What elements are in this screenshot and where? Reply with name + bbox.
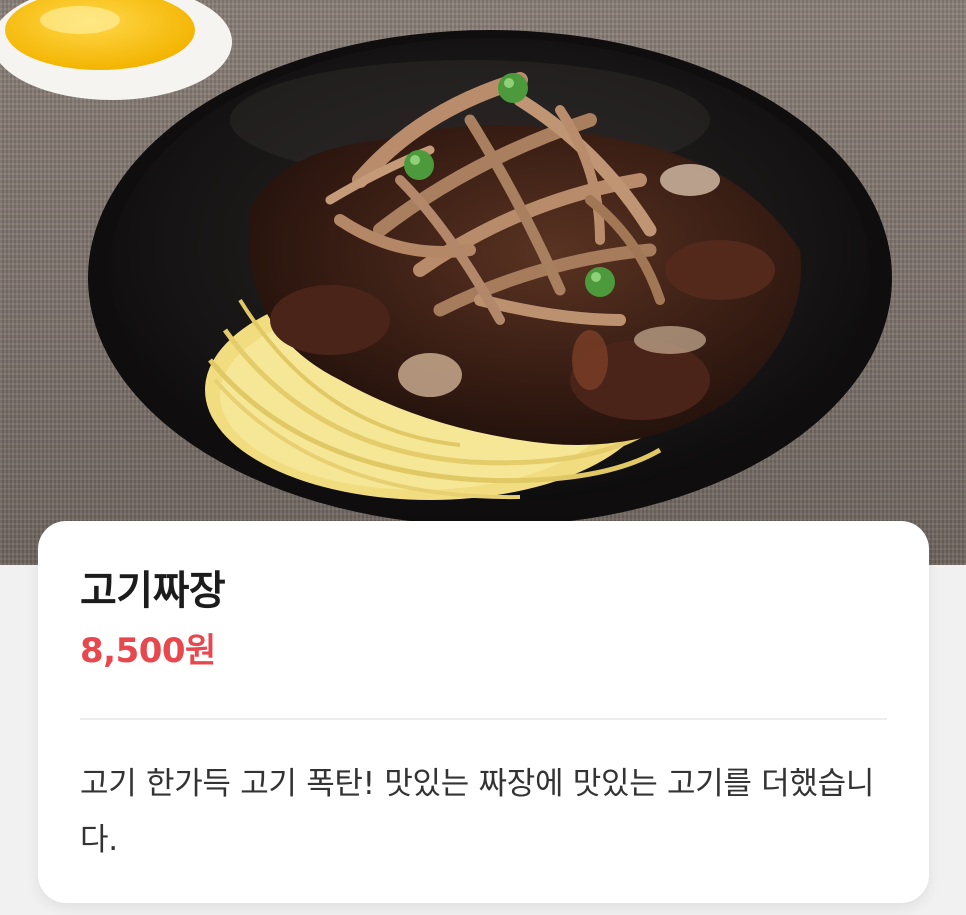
pickled-radish-dish-image: [0, 0, 232, 100]
menu-info-card: 고기짜장 8,500원 고기 한가득 고기 폭탄! 맛있는 짜장에 맛있는 고기…: [38, 521, 929, 903]
menu-item-name: 고기짜장: [80, 568, 226, 614]
menu-item-price: 8,500원: [80, 631, 216, 671]
menu-detail-page: 고기짜장 8,500원 고기 한가득 고기 폭탄! 맛있는 짜장에 맛있는 고기…: [0, 0, 966, 915]
menu-item-description: 고기 한가득 고기 폭탄! 맛있는 짜장에 맛있는 고기를 더했습니다.: [80, 766, 875, 858]
jjajangmyeon-bowl-image: [0, 0, 892, 526]
menu-item-photo: [0, 0, 966, 565]
divider: [80, 718, 887, 720]
